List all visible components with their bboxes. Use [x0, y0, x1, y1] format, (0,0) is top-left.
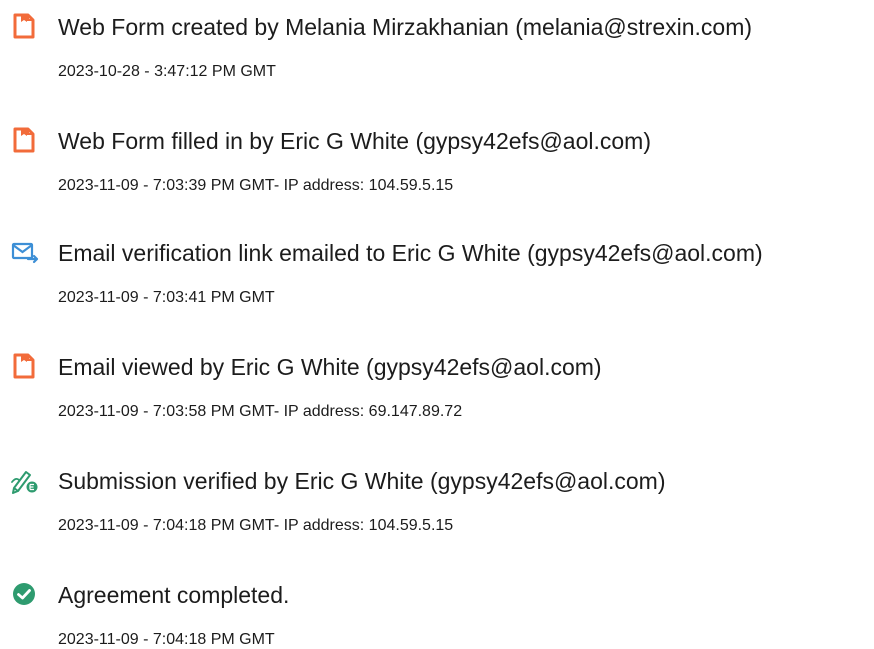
event-title: Submission verified by Eric G White (gyp… — [58, 468, 666, 494]
event-title: Email verification link emailed to Eric … — [58, 240, 763, 266]
email-send-icon — [10, 238, 39, 266]
event-timestamp: 2023-10-28 - 3:47:12 PM GMT — [58, 63, 276, 80]
event-timestamp: 2023-11-09 - 7:03:58 PM GMT- IP address:… — [58, 403, 463, 420]
event-timestamp: 2023-11-09 - 7:04:18 PM GMT — [58, 631, 275, 648]
event-timestamp: 2023-11-09 - 7:04:18 PM GMT- IP address:… — [58, 517, 454, 534]
event-timestamp: 2023-11-09 - 7:03:41 PM GMT — [58, 289, 275, 306]
document-icon — [10, 12, 38, 40]
event-timestamp: 2023-11-09 - 7:03:39 PM GMT- IP address:… — [58, 177, 454, 194]
signature-verified-icon — [10, 466, 38, 494]
event-title: Agreement completed. — [58, 582, 290, 608]
check-circle-icon — [10, 580, 38, 608]
event-title: Email viewed by Eric G White (gypsy42efs… — [58, 354, 602, 380]
event-title: Web Form created by Melania Mirzakhanian… — [58, 14, 753, 40]
document-icon — [10, 126, 38, 154]
event-title: Web Form filled in by Eric G White (gyps… — [58, 128, 651, 154]
document-icon — [10, 352, 38, 380]
